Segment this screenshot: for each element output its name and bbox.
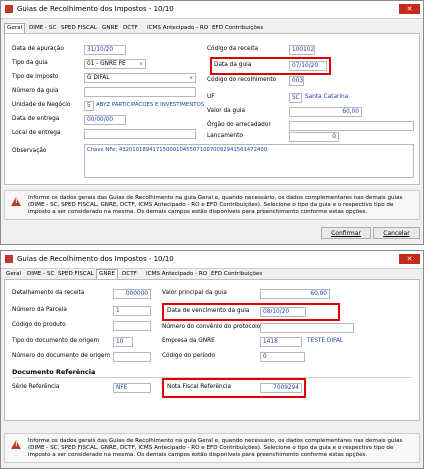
label-empresa-gnre: Empresa da GNRE	[162, 338, 215, 344]
highlight-data-vencimento	[162, 303, 340, 321]
numero-parcela-field[interactable]: 1	[113, 306, 151, 316]
title-bar: Guias de Recolhimento dos Impostos - 10/…	[1, 1, 423, 19]
label-numero-guia: Número da guia	[12, 88, 59, 94]
tab-efd-contribuicoes[interactable]: EFD Contribuições	[209, 269, 264, 279]
confirm-button[interactable]: Confirmar	[321, 227, 371, 239]
label-detalhamento-receita: Detalhamento da receita	[12, 290, 85, 296]
label-codigo-receita: Código da receita	[207, 46, 259, 52]
label-data-apuracao: Data de apuração	[12, 46, 64, 52]
tab-geral[interactable]: Geral	[4, 269, 23, 279]
empresa-gnre-code[interactable]: 1418	[260, 337, 302, 347]
label-tipo-doc-origem: Tipo do documento de origem	[12, 338, 100, 344]
label-unidade-negocio: Unidade de Negócio	[12, 102, 71, 108]
uf-name: Santa Catarina	[305, 94, 349, 100]
tipo-imposto-select[interactable]: G DIFAL	[84, 73, 196, 83]
codigo-produto-field[interactable]	[113, 321, 151, 331]
app-icon	[5, 5, 13, 13]
tab-geral[interactable]: Geral	[4, 23, 26, 33]
label-codigo-produto: Código do produto	[12, 322, 66, 328]
guias-window-geral: Guias de Recolhimento dos Impostos - 10/…	[0, 0, 424, 245]
label-numero-doc-origem: Número do documento de origem	[12, 353, 111, 359]
tab-dctf[interactable]: DCTF	[121, 23, 140, 33]
gnre-panel: Detalhamento da receita 000000 Número da…	[4, 279, 420, 421]
numero-convenio-field[interactable]	[260, 323, 354, 333]
tab-bar-2: Geral DIME - SC SPED FISCAL GNRE DCTF IC…	[4, 269, 304, 279]
label-valor-principal: Valor principal da guia	[162, 290, 227, 296]
tab-dime-sc[interactable]: DIME - SC	[27, 23, 58, 33]
numero-guia-field[interactable]	[84, 87, 196, 97]
guias-window-gnre: Guias de Recolhimento dos Impostos - 10/…	[0, 250, 424, 469]
tab-gnre[interactable]: GNRE	[100, 23, 120, 33]
label-serie-referencia: Série Referência	[12, 384, 60, 390]
label-tipo-guia: Tipo da guia	[12, 60, 48, 66]
close-icon[interactable]: ✕	[399, 4, 420, 14]
serie-referencia-field[interactable]: NFE	[113, 383, 151, 393]
codigo-receita-field[interactable]: 100102	[289, 45, 315, 55]
doc-ref-header: Documento Referência	[12, 368, 96, 376]
detalhamento-receita-field[interactable]: 000000	[113, 289, 151, 299]
lancamento-field[interactable]: 0	[289, 132, 339, 142]
label-numero-convenio: Número do convênio do protocolo	[162, 324, 261, 330]
label-local-entrega: Local de entrega	[12, 130, 61, 136]
numero-doc-origem-field[interactable]	[113, 352, 151, 362]
codigo-periodo-field[interactable]: 0	[260, 352, 305, 362]
label-uf: UF	[207, 94, 215, 100]
label-tipo-imposto: Tipo de imposto	[12, 74, 59, 80]
info-box-2: Informe os dados gerais das Guias de Rec…	[4, 433, 420, 463]
tab-dime-sc[interactable]: DIME - SC	[25, 269, 56, 279]
data-apuracao-field[interactable]: 31/10/20	[84, 45, 126, 55]
info-text: Informe os dados gerais das Guias de Rec…	[28, 195, 403, 215]
geral-panel: Data de apuração 31/10/20 Tipo da guia 0…	[4, 33, 420, 185]
highlight-data-guia	[210, 57, 331, 75]
tab-icms-antecipado[interactable]: ICMS Antecipado - RO	[145, 23, 210, 33]
label-valor-guia: Valor da guia	[207, 108, 246, 114]
info-text-2: Informe os dados gerais das Guias de Rec…	[28, 438, 403, 458]
close-icon[interactable]: ✕	[399, 254, 420, 264]
empresa-gnre-name: TESTE DIFAL	[307, 338, 344, 344]
label-lancamento: Lancamento	[207, 133, 243, 139]
highlight-nota-referencia	[162, 378, 306, 398]
warning-icon	[11, 197, 21, 206]
tab-gnre[interactable]: GNRE	[96, 269, 118, 279]
tab-sped-fiscal[interactable]: SPED FISCAL	[56, 269, 96, 279]
window-title: Guias de Recolhimento dos Impostos - 10/…	[17, 5, 174, 13]
tab-icms-antecipado[interactable]: ICMS Antecipado - RO	[144, 269, 209, 279]
window-title-2: Guias de Recolhimento dos Impostos - 10/…	[17, 255, 174, 263]
local-entrega-field[interactable]	[84, 129, 196, 139]
label-orgao-arrecadador: Órgão do arrecadador	[207, 122, 271, 128]
tab-dctf[interactable]: DCTF	[120, 269, 139, 279]
app-icon	[5, 255, 13, 263]
label-data-entrega: Data de entrega	[12, 116, 60, 122]
data-entrega-field[interactable]: 00/00/00	[84, 115, 126, 125]
unidade-negocio-name: ABYZ PARTICIPACOES E INVESTIMENTOS	[96, 102, 205, 108]
title-bar-2: Guias de Recolhimento dos Impostos - 10/…	[1, 251, 423, 269]
valor-guia-field[interactable]: 60,00	[289, 107, 362, 117]
uf-code-field[interactable]: SC	[289, 93, 302, 103]
unidade-negocio-code[interactable]: 5	[84, 101, 94, 111]
valor-principal-field[interactable]: 60,00	[260, 289, 330, 299]
orgao-arrecadador-field[interactable]	[289, 121, 414, 131]
label-observacao: Observação	[12, 148, 47, 154]
observacao-field[interactable]: Chave NFe: 43201018941715000104550710070…	[84, 144, 414, 178]
label-codigo-periodo: Código do período	[162, 353, 216, 359]
tab-bar: Geral DIME - SC SPED FISCAL GNRE DCTF IC…	[4, 23, 304, 33]
codigo-recolhimento-field[interactable]: 003	[289, 76, 304, 86]
tab-sped-fiscal[interactable]: SPED FISCAL	[59, 23, 99, 33]
label-codigo-recolhimento: Código do recolhimento	[207, 77, 277, 83]
tab-efd-contribuicoes[interactable]: EFD Contribuições	[210, 23, 265, 33]
tipo-doc-origem-field[interactable]: 10	[113, 337, 133, 347]
info-box: Informe os dados gerais das Guias de Rec…	[4, 190, 420, 220]
warning-icon	[11, 440, 21, 449]
cancel-button[interactable]: Cancelar	[373, 227, 420, 239]
tipo-guia-select[interactable]: 01 - GNRE PE	[84, 59, 146, 69]
label-numero-parcela: Número da Parcela	[12, 307, 67, 313]
